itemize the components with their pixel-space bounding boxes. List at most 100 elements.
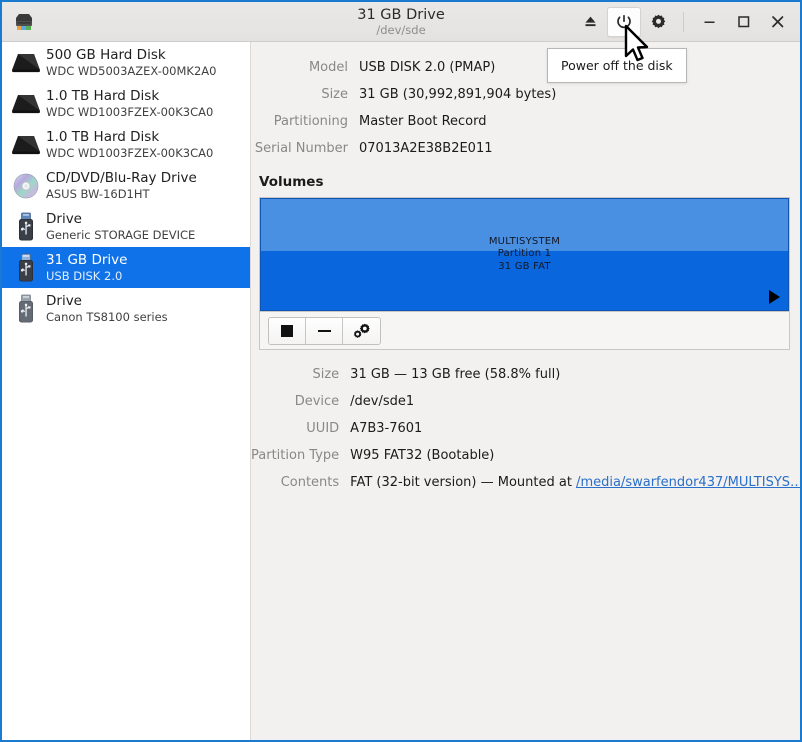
device-text-block: 1.0 TB Hard Disk WDC WD1003FZEX-00K3CA0 — [44, 88, 213, 120]
minus-icon — [318, 330, 331, 332]
disks-application-window: 31 GB Drive /dev/sde — [0, 0, 802, 742]
title-bar: 31 GB Drive /dev/sde — [2, 2, 800, 42]
play-triangle-icon — [769, 290, 780, 304]
device-model: WDC WD1003FZEX-00K3CA0 — [46, 146, 213, 161]
device-model: Generic STORAGE DEVICE — [46, 228, 195, 243]
gears-icon — [352, 322, 372, 340]
gear-icon — [650, 13, 667, 30]
device-name: 31 GB Drive — [46, 252, 127, 269]
unmount-button[interactable] — [306, 318, 343, 344]
hard-disk-icon — [8, 45, 44, 81]
property-row-volume-uuid: UUID A7B3-7601 — [251, 415, 800, 442]
sidebar-item-device-2[interactable]: 1.0 TB Hard Disk WDC WD1003FZEX-00K3CA0 — [2, 124, 250, 165]
device-text-block: CD/DVD/Blu-Ray Drive ASUS BW-16D1HT — [44, 170, 197, 202]
property-value: A7B3-7601 — [350, 415, 800, 442]
property-label: Partitioning — [251, 108, 359, 135]
property-row-volume-size: Size 31 GB — 13 GB free (58.8% full) — [251, 361, 800, 388]
property-value: W95 FAT32 (Bootable) — [350, 442, 800, 469]
property-row-partitioning: Partitioning Master Boot Record — [251, 108, 790, 135]
close-icon — [769, 13, 786, 30]
volume-size-fs: 31 GB FAT — [489, 261, 560, 274]
volumes-heading: Volumes — [259, 174, 790, 190]
power-icon — [615, 13, 633, 31]
maximize-button[interactable] — [726, 7, 760, 37]
sidebar-item-device-5[interactable]: 31 GB Drive USB DISK 2.0 — [2, 247, 250, 288]
property-label: Model — [251, 54, 359, 81]
eject-button[interactable] — [573, 7, 607, 37]
usb-drive-icon — [8, 209, 44, 245]
stop-square-icon — [281, 325, 293, 337]
device-text-block: Drive Canon TS8100 series — [44, 293, 168, 325]
sidebar-item-device-4[interactable]: Drive Generic STORAGE DEVICE — [2, 206, 250, 247]
power-off-tooltip: Power off the disk — [547, 48, 687, 83]
property-label: UUID — [251, 415, 350, 442]
volume-segment-partition-1[interactable]: MULTISYSTEM Partition 1 31 GB FAT — [260, 198, 789, 311]
device-sidebar: 500 GB Hard Disk WDC WD5003AZEX-00MK2A0 … — [2, 42, 251, 740]
property-label: Size — [251, 81, 359, 108]
device-text-block: 1.0 TB Hard Disk WDC WD1003FZEX-00K3CA0 — [44, 129, 213, 161]
device-model: WDC WD5003AZEX-00MK2A0 — [46, 64, 216, 79]
device-name: Drive — [46, 293, 168, 310]
volume-segment-label: MULTISYSTEM Partition 1 31 GB FAT — [489, 236, 560, 274]
sidebar-item-device-1[interactable]: 1.0 TB Hard Disk WDC WD1003FZEX-00K3CA0 — [2, 83, 250, 124]
property-value: Master Boot Record — [359, 108, 790, 135]
device-text-block: 31 GB Drive USB DISK 2.0 — [44, 252, 127, 284]
app-icon — [2, 10, 46, 34]
device-name: Drive — [46, 211, 195, 228]
property-label: Device — [251, 388, 350, 415]
property-value: 31 GB — 13 GB free (58.8% full) — [350, 361, 800, 388]
device-text-block: Drive Generic STORAGE DEVICE — [44, 211, 195, 243]
power-off-button[interactable] — [607, 7, 641, 37]
sidebar-item-device-3[interactable]: CD/DVD/Blu-Ray Drive ASUS BW-16D1HT — [2, 165, 250, 206]
device-model: WDC WD1003FZEX-00K3CA0 — [46, 105, 213, 120]
drive-properties-table: Model USB DISK 2.0 (PMAP) Size 31 GB (30… — [251, 54, 790, 162]
device-text-block: 500 GB Hard Disk WDC WD5003AZEX-00MK2A0 — [44, 47, 216, 79]
more-actions-button[interactable] — [343, 318, 380, 344]
drive-detail-panel: Model USB DISK 2.0 (PMAP) Size 31 GB (30… — [251, 42, 800, 740]
optical-disc-icon — [8, 168, 44, 204]
device-model: USB DISK 2.0 — [46, 269, 127, 284]
property-value: /dev/sde1 — [350, 388, 800, 415]
volume-button-group — [268, 317, 381, 345]
usb-drive-icon — [8, 250, 44, 286]
property-row-volume-device: Device /dev/sde1 — [251, 388, 800, 415]
property-value: 07013A2E38B2E011 — [359, 135, 790, 162]
volume-name: MULTISYSTEM — [489, 236, 560, 249]
sidebar-item-device-6[interactable]: Drive Canon TS8100 series — [2, 288, 250, 329]
device-model: Canon TS8100 series — [46, 310, 168, 325]
property-value: 31 GB (30,992,891,904 bytes) — [359, 81, 790, 108]
sidebar-item-device-0[interactable]: 500 GB Hard Disk WDC WD5003AZEX-00MK2A0 — [2, 42, 250, 83]
volumes-widget: MULTISYSTEM Partition 1 31 GB FAT — [259, 197, 790, 350]
property-label: Size — [251, 361, 350, 388]
device-model: ASUS BW-16D1HT — [46, 187, 197, 202]
minimize-icon — [701, 13, 718, 30]
minimize-button[interactable] — [692, 7, 726, 37]
property-label: Contents — [251, 469, 350, 496]
volume-properties-table: Size 31 GB — 13 GB free (58.8% full) Dev… — [251, 361, 800, 496]
stop-button[interactable] — [269, 318, 306, 344]
window-subtitle: /dev/sde — [376, 23, 425, 37]
window-title: 31 GB Drive — [357, 7, 445, 23]
property-row-volume-partition-type: Partition Type W95 FAT32 (Bootable) — [251, 442, 800, 469]
hard-disk-icon — [8, 86, 44, 122]
mount-point-link[interactable]: /media/swarfendor437/MULTISYS… — [576, 475, 800, 490]
property-row-serial-number: Serial Number 07013A2E38B2E011 — [251, 135, 790, 162]
property-label: Partition Type — [251, 442, 350, 469]
usb-drive-icon — [8, 291, 44, 327]
volume-bar[interactable]: MULTISYSTEM Partition 1 31 GB FAT — [260, 198, 789, 311]
volume-partition: Partition 1 — [489, 248, 560, 261]
property-row-size: Size 31 GB (30,992,891,904 bytes) — [251, 81, 790, 108]
property-row-volume-contents: Contents FAT (32-bit version) — Mounted … — [251, 469, 800, 496]
contents-prefix-text: FAT (32-bit version) — Mounted at — [350, 475, 576, 490]
eject-icon — [582, 13, 599, 30]
volume-toolbar — [260, 311, 789, 349]
titlebar-button-group — [573, 2, 800, 42]
titlebar-separator — [683, 12, 684, 32]
maximize-icon — [735, 13, 752, 30]
property-label: Serial Number — [251, 135, 359, 162]
close-button[interactable] — [760, 7, 794, 37]
property-value: FAT (32-bit version) — Mounted at /media… — [350, 469, 800, 496]
device-name: 1.0 TB Hard Disk — [46, 129, 213, 146]
property-row-model: Model USB DISK 2.0 (PMAP) — [251, 54, 790, 81]
settings-button[interactable] — [641, 7, 675, 37]
